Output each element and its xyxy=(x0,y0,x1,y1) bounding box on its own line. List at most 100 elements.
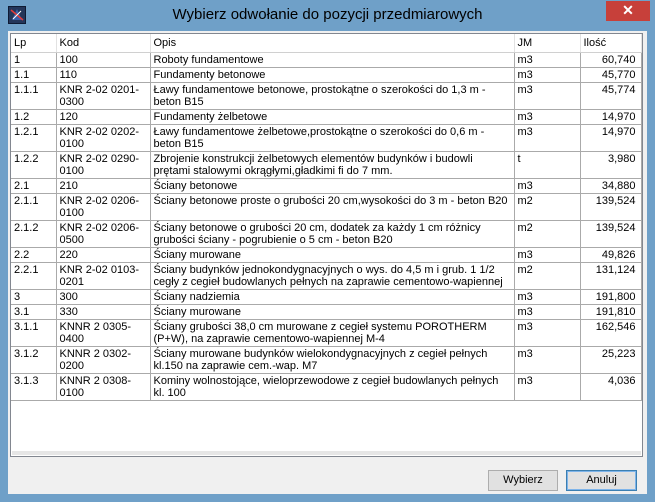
items-table: Lp Kod Opis JM Ilość 1 100 Roboty fundamen… xyxy=(11,34,642,401)
table-row[interactable]: 2.1.2 KNR 2-02 0206-0500 Ściany betonowe o… xyxy=(11,220,642,248)
cell-opis: Ławy fundamentowe żelbetowe,prostokątne … xyxy=(150,124,515,152)
cell-kod: 220 xyxy=(56,247,151,263)
cell-jm: m2 xyxy=(514,220,581,248)
table-row[interactable]: 2.1 210 Ściany betonowe m3 34,880 xyxy=(11,178,642,194)
cell-jm: m3 xyxy=(514,304,581,320)
cell-ilosc: 14,970 xyxy=(580,109,642,125)
cell-lp: 3.1 xyxy=(11,304,57,320)
cell-kod: 120 xyxy=(56,109,151,125)
cell-opis: Ściany budynków jednokondygnacyjnych o w… xyxy=(150,262,515,290)
cell-jm: m3 xyxy=(514,124,581,152)
cell-kod: KNNR 2 0308-0100 xyxy=(56,373,151,401)
cancel-button[interactable]: Anuluj xyxy=(566,470,637,491)
cell-ilosc: 34,880 xyxy=(580,178,642,194)
cell-opis: Ławy fundamentowe betonowe, prostokątne … xyxy=(150,82,515,110)
table-row[interactable]: 1.2.2 KNR 2-02 0290-0100 Zbrojenie konstru… xyxy=(11,151,642,179)
cell-jm: m3 xyxy=(514,247,581,263)
dialog-window: Wybierz odwołanie do pozycji przedmiarow… xyxy=(0,0,655,502)
cell-jm: m2 xyxy=(514,193,581,221)
select-button-label: Wybierz xyxy=(503,474,543,486)
table-row[interactable]: 3.1.2 KNNR 2 0302-0200 Ściany murowane bud… xyxy=(11,346,642,374)
cell-ilosc: 49,826 xyxy=(580,247,642,263)
cell-kod: KNR 2-02 0206-0100 xyxy=(56,193,151,221)
cell-jm: m3 xyxy=(514,373,581,401)
table-row[interactable]: 2.1.1 KNR 2-02 0206-0100 Ściany betonowe p… xyxy=(11,193,642,221)
table-row[interactable]: 3.1.3 KNNR 2 0308-0100 Kominy wolnostojące… xyxy=(11,373,642,401)
cell-ilosc: 25,223 xyxy=(580,346,642,374)
table-row[interactable]: 1.1 110 Fundamenty betonowe m3 45,770 xyxy=(11,67,642,83)
column-header-ilosc[interactable]: Ilość xyxy=(580,34,642,53)
table-row[interactable]: 3 300 Ściany nadziemia m3 191,800 xyxy=(11,289,642,305)
cell-opis: Ściany nadziemia xyxy=(150,289,515,305)
cell-ilosc: 45,770 xyxy=(580,67,642,83)
cell-opis: Ściany murowane xyxy=(150,247,515,263)
items-grid[interactable]: Lp Kod Opis JM Ilość 1 100 Roboty fundamen… xyxy=(10,33,643,457)
cell-ilosc: 4,036 xyxy=(580,373,642,401)
cell-jm: m3 xyxy=(514,82,581,110)
cell-lp: 2.1 xyxy=(11,178,57,194)
cell-lp: 3.1.3 xyxy=(11,373,57,401)
cell-opis: Fundamenty żelbetowe xyxy=(150,109,515,125)
cell-jm: m3 xyxy=(514,67,581,83)
cancel-button-label: Anuluj xyxy=(586,474,617,486)
cell-kod: 330 xyxy=(56,304,151,320)
cell-opis: Zbrojenie konstrukcji żelbetowych elemen… xyxy=(150,151,515,179)
table-header-row: Lp Kod Opis JM Ilość xyxy=(11,34,642,53)
cell-ilosc: 162,546 xyxy=(580,319,642,347)
table-row[interactable]: 3.1.1 KNNR 2 0305-0400 Ściany grubości 38,… xyxy=(11,319,642,347)
cell-opis: Ściany murowane budynków wielokondygnacy… xyxy=(150,346,515,374)
table-row[interactable]: 1.2 120 Fundamenty żelbetowe m3 14,970 xyxy=(11,109,642,125)
close-icon[interactable]: ✕ xyxy=(606,1,650,21)
cell-kod: KNR 2-02 0103-0201 xyxy=(56,262,151,290)
column-header-lp[interactable]: Lp xyxy=(11,34,57,53)
cell-ilosc: 14,970 xyxy=(580,124,642,152)
table-row[interactable]: 2.2.1 KNR 2-02 0103-0201 Ściany budynków j… xyxy=(11,262,642,290)
cell-lp: 1.2.1 xyxy=(11,124,57,152)
table-row[interactable]: 2.2 220 Ściany murowane m3 49,826 xyxy=(11,247,642,263)
table-row[interactable]: 1 100 Roboty fundamentowe m3 60,740 xyxy=(11,52,642,68)
cell-kod: 100 xyxy=(56,52,151,68)
cell-lp: 3.1.2 xyxy=(11,346,57,374)
cell-kod: KNR 2-02 0202-0100 xyxy=(56,124,151,152)
title-bar[interactable]: Wybierz odwołanie do pozycji przedmiarow… xyxy=(0,0,655,31)
cell-lp: 1.1 xyxy=(11,67,57,83)
column-header-jm[interactable]: JM xyxy=(514,34,581,53)
cell-ilosc: 191,800 xyxy=(580,289,642,305)
cell-kod: 110 xyxy=(56,67,151,83)
cell-opis: Ściany betonowe proste o grubości 20 cm,… xyxy=(150,193,515,221)
cell-kod: KNR 2-02 0290-0100 xyxy=(56,151,151,179)
cell-kod: KNNR 2 0302-0200 xyxy=(56,346,151,374)
cell-kod: 300 xyxy=(56,289,151,305)
column-header-kod[interactable]: Kod xyxy=(56,34,151,53)
cell-jm: m3 xyxy=(514,289,581,305)
cell-jm: t xyxy=(514,151,581,179)
cell-ilosc: 60,740 xyxy=(580,52,642,68)
cell-kod: KNR 2-02 0201-0300 xyxy=(56,82,151,110)
cell-lp: 3.1.1 xyxy=(11,319,57,347)
cell-ilosc: 191,810 xyxy=(580,304,642,320)
cell-opis: Kominy wolnostojące, wieloprzewodowe z c… xyxy=(150,373,515,401)
dialog-client-area: Lp Kod Opis JM Ilość 1 100 Roboty fundamen… xyxy=(8,31,647,494)
cell-jm: m3 xyxy=(514,178,581,194)
select-button[interactable]: Wybierz xyxy=(488,470,558,491)
cell-jm: m3 xyxy=(514,319,581,347)
table-row[interactable]: 1.2.1 KNR 2-02 0202-0100 Ławy fundamentowe… xyxy=(11,124,642,152)
cell-ilosc: 139,524 xyxy=(580,193,642,221)
cell-ilosc: 45,774 xyxy=(580,82,642,110)
table-row[interactable]: 3.1 330 Ściany murowane m3 191,810 xyxy=(11,304,642,320)
cell-lp: 1.2 xyxy=(11,109,57,125)
cell-opis: Ściany betonowe xyxy=(150,178,515,194)
cell-lp: 2.2 xyxy=(11,247,57,263)
cell-ilosc: 139,524 xyxy=(580,220,642,248)
horizontal-scrollbar[interactable] xyxy=(12,451,641,455)
cell-opis: Ściany murowane xyxy=(150,304,515,320)
cell-jm: m3 xyxy=(514,52,581,68)
cell-lp: 1.1.1 xyxy=(11,82,57,110)
cell-lp: 1 xyxy=(11,52,57,68)
cell-ilosc: 131,124 xyxy=(580,262,642,290)
cell-lp: 2.1.2 xyxy=(11,220,57,248)
cell-lp: 1.2.2 xyxy=(11,151,57,179)
table-row[interactable]: 1.1.1 KNR 2-02 0201-0300 Ławy fundamentowe… xyxy=(11,82,642,110)
column-header-opis[interactable]: Opis xyxy=(150,34,515,53)
cell-kod: KNNR 2 0305-0400 xyxy=(56,319,151,347)
